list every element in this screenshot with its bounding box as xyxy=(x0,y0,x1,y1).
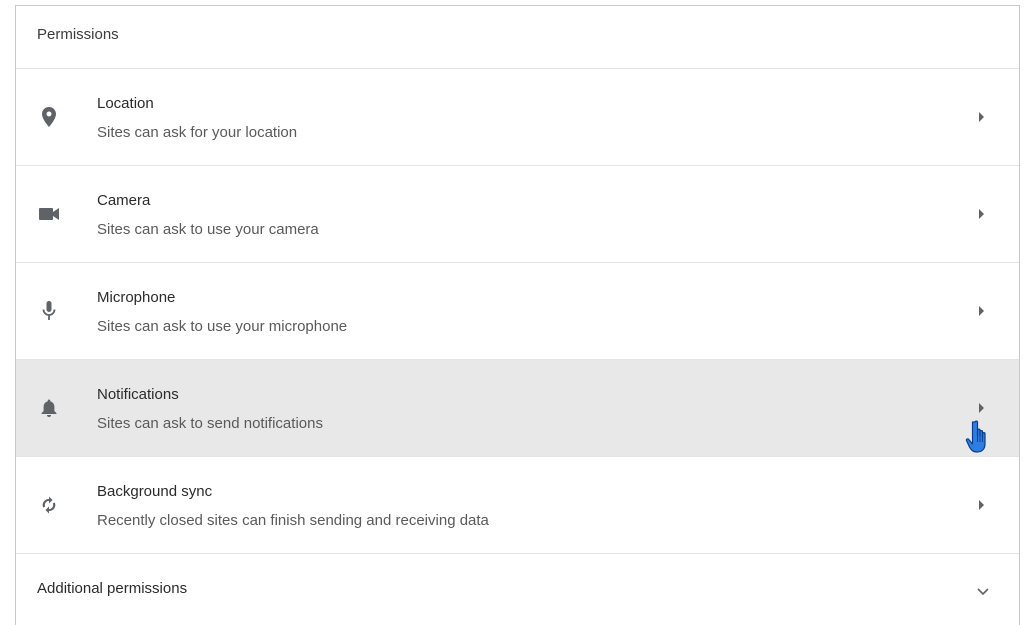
location-icon xyxy=(38,69,60,165)
permission-title: Background sync xyxy=(97,483,213,500)
permission-row-microphone[interactable]: Microphone Sites can ask to use your mic… xyxy=(16,262,1019,359)
camera-icon xyxy=(38,166,60,262)
chevron-right-icon[interactable] xyxy=(979,166,985,262)
chevron-down-icon[interactable] xyxy=(977,583,989,601)
chevron-right-icon[interactable] xyxy=(979,457,985,553)
permission-description: Recently closed sites can finish sending… xyxy=(97,512,489,529)
permission-title: Location xyxy=(97,95,154,112)
microphone-icon xyxy=(38,263,60,359)
background-sync-icon xyxy=(38,457,60,553)
permission-row-notifications[interactable]: Notifications Sites can ask to send noti… xyxy=(16,359,1019,456)
permission-title: Notifications xyxy=(97,386,179,403)
additional-permissions-toggle[interactable]: Additional permissions xyxy=(16,553,1019,620)
notifications-bell-icon xyxy=(38,360,60,456)
chevron-right-icon[interactable] xyxy=(979,360,985,456)
permission-description: Sites can ask to send notifications xyxy=(97,415,323,432)
permissions-panel: Permissions Location Sites can ask for y… xyxy=(15,5,1020,625)
permissions-section-title: Permissions xyxy=(37,26,119,43)
permission-row-camera[interactable]: Camera Sites can ask to use your camera xyxy=(16,165,1019,262)
additional-permissions-label: Additional permissions xyxy=(37,580,188,597)
chevron-right-icon[interactable] xyxy=(979,69,985,165)
permission-description: Sites can ask for your location xyxy=(97,124,298,141)
permission-row-location[interactable]: Location Sites can ask for your location xyxy=(16,68,1019,165)
permission-row-background-sync[interactable]: Background sync Recently closed sites ca… xyxy=(16,456,1019,553)
permission-description: Sites can ask to use your microphone xyxy=(97,318,348,335)
permission-title: Microphone xyxy=(97,289,176,306)
permission-title: Camera xyxy=(97,192,151,209)
permission-description: Sites can ask to use your camera xyxy=(97,221,319,238)
chevron-right-icon[interactable] xyxy=(979,263,985,359)
